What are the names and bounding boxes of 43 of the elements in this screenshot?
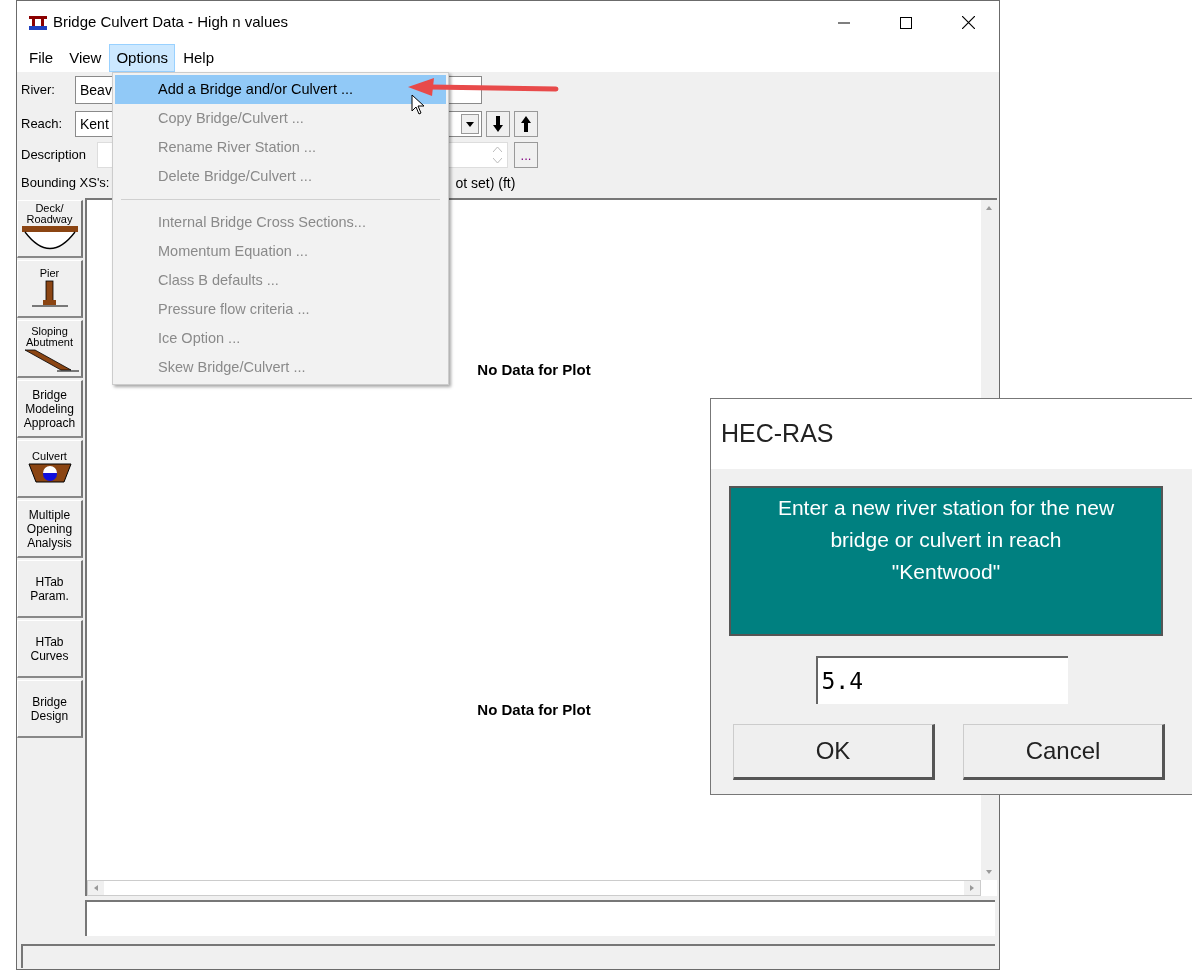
next-button[interactable] (486, 111, 510, 137)
side-tab[interactable]: Bridge Design (17, 680, 83, 738)
bridge-app-icon (29, 15, 47, 30)
side-tab[interactable]: Bridge Modeling Approach (17, 380, 83, 438)
maximize-icon (900, 16, 912, 29)
menu-option[interactable]: Add a Bridge and/or Culvert ... (115, 75, 446, 104)
mouse-pointer-icon (411, 94, 425, 115)
spin-down-icon (492, 158, 502, 163)
close-icon (961, 16, 975, 29)
side-tab[interactable]: HTab Curves (17, 620, 83, 678)
plot-message: No Data for Plot (477, 699, 591, 720)
minimize-icon (838, 21, 850, 24)
window-title: Bridge Culvert Data - High n values (53, 12, 289, 33)
side-tab[interactable]: HTab Param. (17, 560, 83, 618)
side-tab[interactable]: Multiple Opening Analysis (17, 500, 83, 558)
plot-message: No Data for Plot (477, 359, 591, 380)
pier-icon (29, 279, 70, 309)
dialog-button[interactable]: Cancel (963, 724, 1165, 780)
bounding-label: Bounding XS's: (21, 174, 110, 193)
station-input-field[interactable]: 5.4 (815, 656, 1068, 704)
description-label: Description (21, 146, 88, 165)
side-tab[interactable]: Pier (17, 260, 83, 318)
river-label: River: (21, 81, 56, 100)
browse-button[interactable]: ... (514, 142, 538, 168)
side-tab[interactable]: Deck/ Roadway (17, 200, 83, 258)
bounding-text: ot set) (ft) (455, 173, 516, 193)
reach-label: Reach: (21, 115, 64, 134)
down-arrow-icon (493, 116, 503, 132)
side-tab[interactable]: Sloping Abutment (17, 320, 83, 378)
menu-item[interactable]: Help (175, 44, 222, 72)
dialog-message: Enter a new river station for the new bridge or culvert in reach "Kentwood" (729, 486, 1163, 636)
menu-item[interactable]: Options (109, 44, 176, 72)
up-arrow-icon (521, 116, 531, 132)
dialog-title: HEC-RAS (721, 418, 834, 450)
menu-item[interactable]: File (21, 44, 62, 72)
spin-up-icon (492, 147, 502, 152)
side-tab[interactable]: Culvert (17, 440, 83, 498)
dropdown-button[interactable] (461, 114, 479, 134)
dialog-button[interactable]: OK (733, 724, 935, 780)
previous-button[interactable] (514, 111, 538, 137)
culvert-icon (27, 462, 72, 486)
menu-item[interactable]: View (61, 44, 110, 72)
caret-icon (466, 121, 474, 127)
